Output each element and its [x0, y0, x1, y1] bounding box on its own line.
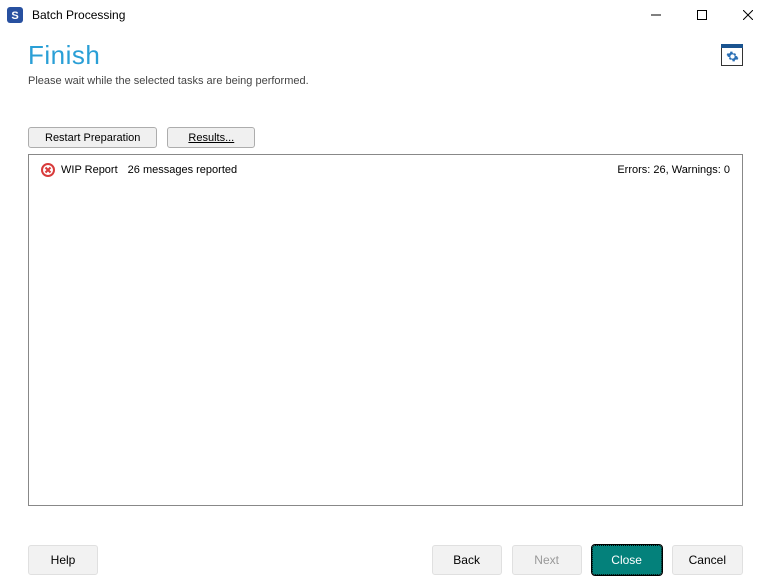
back-button[interactable]: Back	[432, 545, 502, 575]
close-window-button[interactable]	[725, 0, 771, 30]
app-icon: S	[6, 6, 24, 24]
task-counts: Errors: 26, Warnings: 0	[617, 164, 730, 176]
task-list-panel: WIP Report 26 messages reported Errors: …	[28, 154, 743, 506]
results-button[interactable]: Results...	[167, 127, 255, 148]
help-button[interactable]: Help	[28, 545, 98, 575]
svg-text:S: S	[11, 10, 18, 22]
cancel-button[interactable]: Cancel	[672, 545, 743, 575]
close-button[interactable]: Close	[592, 545, 662, 575]
next-button: Next	[512, 545, 582, 575]
error-icon	[41, 163, 55, 177]
task-messages: 26 messages reported	[128, 164, 618, 176]
window-title: Batch Processing	[32, 8, 633, 22]
footer: Help Back Next Close Cancel	[0, 532, 771, 587]
task-name: WIP Report	[61, 164, 118, 176]
minimize-button[interactable]	[633, 0, 679, 30]
restart-preparation-button[interactable]: Restart Preparation	[28, 127, 157, 148]
page-subtitle: Please wait while the selected tasks are…	[28, 75, 309, 87]
titlebar: S Batch Processing	[0, 0, 771, 30]
gear-icon	[726, 50, 739, 63]
maximize-button[interactable]	[679, 0, 725, 30]
task-row[interactable]: WIP Report 26 messages reported Errors: …	[41, 163, 730, 177]
window-controls	[633, 0, 771, 30]
page-title: Finish	[28, 40, 309, 71]
settings-button[interactable]	[721, 46, 743, 66]
content-area: Finish Please wait while the selected ta…	[0, 30, 771, 506]
